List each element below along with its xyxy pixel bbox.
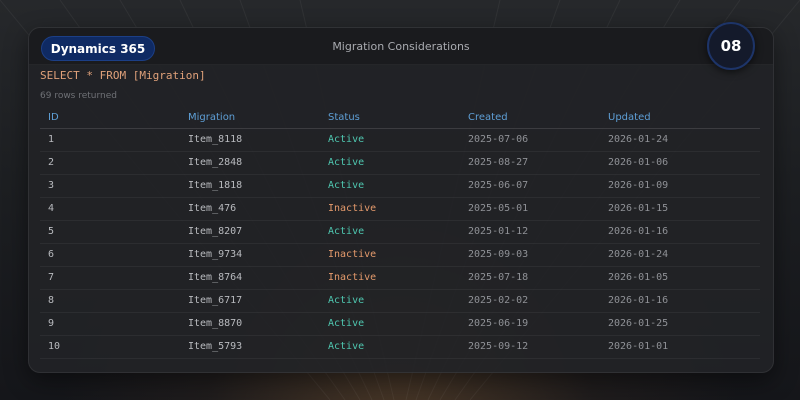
cell-updated: 2026-01-15	[608, 203, 669, 214]
column-header-created[interactable]: Created	[468, 108, 508, 128]
cell-id: 7	[48, 272, 55, 283]
column-header-status[interactable]: Status	[328, 108, 360, 128]
page-number-badge: 08	[707, 22, 755, 70]
column-header-migration[interactable]: Migration	[188, 108, 235, 128]
cell-migration: Item_2848	[188, 157, 243, 168]
table-row[interactable]: 2 Item_2848 Active 2025-08-27 2026-01-06	[40, 152, 760, 175]
cell-status: Inactive	[328, 249, 377, 260]
cell-status: Active	[328, 134, 365, 145]
cell-status: Inactive	[328, 203, 377, 214]
cell-migration: Item_9734	[188, 249, 243, 260]
table-row[interactable]: 6 Item_9734 Inactive 2025-09-03 2026-01-24	[40, 244, 760, 267]
cell-status: Inactive	[328, 272, 377, 283]
rows-returned-label: 69 rows returned	[40, 91, 118, 101]
cell-migration: Item_8764	[188, 272, 243, 283]
cell-status: Active	[328, 226, 365, 237]
cell-migration: Item_476	[188, 203, 237, 214]
table-row[interactable]: 4 Item_476 Inactive 2025-05-01 2026-01-15	[40, 198, 760, 221]
column-header-updated[interactable]: Updated	[608, 108, 651, 128]
panel-header: Dynamics 365 Migration Considerations	[29, 28, 773, 65]
table-header-row: ID Migration Status Created Updated	[40, 108, 760, 129]
table-row[interactable]: 1 Item_8118 Active 2025-07-06 2026-01-24	[40, 129, 760, 152]
cell-migration: Item_6717	[188, 295, 243, 306]
table-row[interactable]: 9 Item_8870 Active 2025-06-19 2026-01-25	[40, 313, 760, 336]
cell-id: 2	[48, 157, 55, 168]
cell-created: 2025-06-07	[468, 180, 529, 191]
cell-id: 5	[48, 226, 55, 237]
cell-status: Active	[328, 341, 365, 352]
cell-id: 3	[48, 180, 55, 191]
cell-created: 2025-09-12	[468, 341, 529, 352]
table-row[interactable]: 3 Item_1818 Active 2025-06-07 2026-01-09	[40, 175, 760, 198]
cell-updated: 2026-01-05	[608, 272, 669, 283]
cell-migration: Item_8118	[188, 134, 243, 145]
cell-updated: 2026-01-24	[608, 134, 669, 145]
cell-migration: Item_1818	[188, 180, 243, 191]
cell-created: 2025-05-01	[468, 203, 529, 214]
cell-id: 1	[48, 134, 55, 145]
sql-query-text: SELECT * FROM [Migration]	[40, 69, 206, 82]
cell-created: 2025-06-19	[468, 318, 529, 329]
cell-migration: Item_8207	[188, 226, 243, 237]
table-row[interactable]: 7 Item_8764 Inactive 2025-07-18 2026-01-05	[40, 267, 760, 290]
cell-id: 9	[48, 318, 55, 329]
cell-created: 2025-08-27	[468, 157, 529, 168]
cell-created: 2025-09-03	[468, 249, 529, 260]
cell-created: 2025-07-06	[468, 134, 529, 145]
table-row[interactable]: 10 Item_5793 Active 2025-09-12 2026-01-01	[40, 336, 760, 359]
page-title: Migration Considerations	[332, 40, 470, 53]
table-row[interactable]: 5 Item_8207 Active 2025-01-12 2026-01-16	[40, 221, 760, 244]
cell-id: 4	[48, 203, 55, 214]
table-body: 1 Item_8118 Active 2025-07-06 2026-01-24 2 Ite…	[40, 129, 760, 359]
table-row[interactable]: 8 Item_6717 Active 2025-02-02 2026-01-16	[40, 290, 760, 313]
cell-migration: Item_8870	[188, 318, 243, 329]
cell-updated: 2026-01-01	[608, 341, 669, 352]
column-header-id[interactable]: ID	[48, 108, 59, 128]
cell-updated: 2026-01-24	[608, 249, 669, 260]
cell-created: 2025-07-18	[468, 272, 529, 283]
cell-id: 6	[48, 249, 55, 260]
cell-updated: 2026-01-25	[608, 318, 669, 329]
cell-migration: Item_5793	[188, 341, 243, 352]
cell-id: 8	[48, 295, 55, 306]
cell-created: 2025-01-12	[468, 226, 529, 237]
cell-status: Active	[328, 318, 365, 329]
cell-updated: 2026-01-16	[608, 226, 669, 237]
cell-updated: 2026-01-09	[608, 180, 669, 191]
cell-status: Active	[328, 157, 365, 168]
cell-id: 10	[48, 341, 61, 352]
cell-status: Active	[328, 180, 365, 191]
cell-created: 2025-02-02	[468, 295, 529, 306]
cell-updated: 2026-01-16	[608, 295, 669, 306]
results-table: ID Migration Status Created Updated 1 Ite…	[40, 108, 760, 359]
cell-status: Active	[328, 295, 365, 306]
cell-updated: 2026-01-06	[608, 157, 669, 168]
